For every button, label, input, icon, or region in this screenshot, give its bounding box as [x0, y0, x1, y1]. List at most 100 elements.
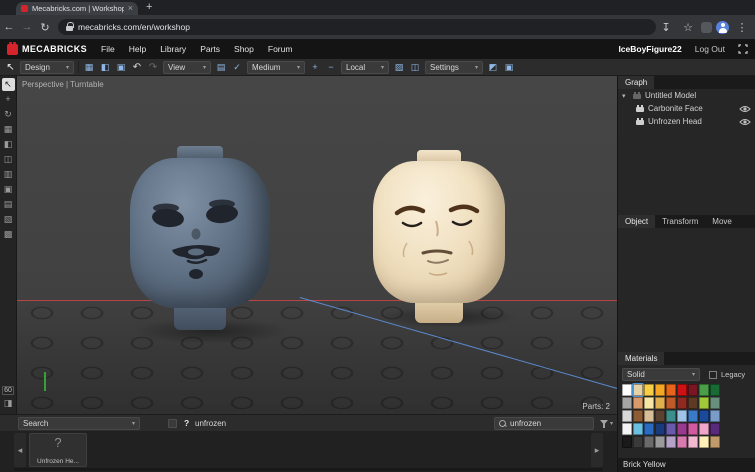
color-swatch[interactable] [699, 423, 709, 435]
color-swatch[interactable] [622, 423, 632, 435]
color-swatch[interactable] [677, 410, 687, 422]
list-toggle-icon[interactable] [168, 419, 177, 428]
color-swatch[interactable] [666, 397, 676, 409]
carbonite-head-model[interactable] [130, 146, 270, 334]
color-swatch[interactable] [655, 384, 665, 396]
caret-down-icon[interactable]: ▾ [622, 92, 629, 100]
color-swatch[interactable] [677, 384, 687, 396]
menu-item-file[interactable]: File [101, 44, 115, 54]
tree-item-root[interactable]: ▾ Untitled Model [618, 89, 755, 102]
caret-down-icon[interactable]: ▾ [610, 420, 613, 427]
quality-check-icon[interactable]: ✓ [231, 61, 243, 74]
hide-tool-icon[interactable]: ▥ [2, 168, 15, 181]
back-button[interactable]: ← [0, 21, 18, 33]
color-swatch[interactable] [622, 436, 632, 448]
color-swatch[interactable] [666, 384, 676, 396]
tray-scroll-right-button[interactable]: ▸ [591, 433, 603, 467]
color-swatch[interactable] [710, 410, 720, 422]
move-tool-icon[interactable]: + [2, 93, 15, 106]
unfrozen-head-model[interactable] [373, 150, 505, 326]
tab-graph[interactable]: Graph [618, 76, 654, 89]
template-mode-icon[interactable]: ▣ [115, 61, 127, 74]
render-tool-icon[interactable]: ◨ [2, 397, 15, 410]
color-swatch[interactable] [655, 397, 665, 409]
color-swatch[interactable] [655, 410, 665, 422]
browser-tab[interactable]: Mecabricks.com | Workshop × [16, 2, 138, 15]
username[interactable]: IceBoyFigure22 [618, 44, 681, 54]
screenshot-camera-icon[interactable]: ▣ [503, 61, 515, 74]
filter-icon[interactable] [600, 420, 608, 428]
grid-toggle-icon[interactable]: ▤ [215, 61, 227, 74]
color-swatch[interactable] [633, 423, 643, 435]
color-swatch[interactable] [677, 436, 687, 448]
menu-item-library[interactable]: Library [160, 44, 186, 54]
brick-tool-icon[interactable]: ▦ [2, 123, 15, 136]
color-swatch[interactable] [688, 436, 698, 448]
menu-item-forum[interactable]: Forum [268, 44, 293, 54]
grid-size-indicator[interactable]: 60 [2, 386, 14, 395]
color-swatch[interactable] [699, 384, 709, 396]
color-swatch[interactable] [666, 423, 676, 435]
color-swatch[interactable] [699, 397, 709, 409]
settings-select[interactable]: Settings ▾ [425, 61, 483, 74]
color-swatch[interactable] [633, 436, 643, 448]
quality-select[interactable]: Medium ▾ [247, 61, 305, 74]
color-swatch[interactable] [688, 410, 698, 422]
color-swatch[interactable] [710, 397, 720, 409]
logout-link[interactable]: Log Out [695, 44, 725, 54]
forward-button[interactable]: → [18, 21, 36, 33]
visibility-eye-icon[interactable] [739, 118, 751, 126]
select-tool-icon[interactable]: ↖ [2, 78, 15, 91]
part-category-select[interactable]: Search ▾ [18, 417, 140, 430]
color-swatch[interactable] [688, 397, 698, 409]
color-swatch[interactable] [666, 410, 676, 422]
color-swatch[interactable] [666, 436, 676, 448]
color-swatch[interactable] [644, 436, 654, 448]
color-swatch[interactable] [644, 384, 654, 396]
tray-scroll-left-button[interactable]: ◂ [14, 433, 26, 467]
color-swatch[interactable] [633, 397, 643, 409]
color-swatch[interactable] [677, 423, 687, 435]
material-type-select[interactable]: Solid ▾ [622, 368, 700, 381]
undo-icon[interactable]: ↶ [131, 61, 143, 74]
fullscreen-icon[interactable] [738, 44, 748, 54]
tab-object[interactable]: Object [618, 215, 655, 228]
viewport-3d[interactable]: Perspective | Turntable [17, 76, 617, 414]
part-search-input[interactable]: unfrozen [494, 417, 594, 430]
color-swatch[interactable] [644, 423, 654, 435]
color-swatch[interactable] [699, 410, 709, 422]
menu-item-parts[interactable]: Parts [200, 44, 220, 54]
add-part-icon[interactable]: ▦ [83, 61, 95, 74]
color-swatch[interactable] [633, 384, 643, 396]
legacy-checkbox[interactable] [709, 371, 717, 379]
download-icon[interactable]: ↧ [657, 21, 675, 34]
clipboard-icon[interactable]: ◫ [409, 61, 421, 74]
color-swatch[interactable] [710, 436, 720, 448]
paint-tool-icon[interactable]: ◧ [2, 138, 15, 151]
color-swatch[interactable] [644, 397, 654, 409]
color-swatch[interactable] [655, 423, 665, 435]
color-swatch[interactable] [688, 423, 698, 435]
color-swatch[interactable] [655, 436, 665, 448]
design-mode-select[interactable]: Design ▾ [20, 61, 74, 74]
zoom-out-icon[interactable]: − [325, 61, 337, 74]
zoom-in-icon[interactable]: + [309, 61, 321, 74]
paint-mode-icon[interactable]: ◧ [99, 61, 111, 74]
snap-tool-icon[interactable]: ▩ [2, 228, 15, 241]
color-swatch[interactable] [633, 410, 643, 422]
bookmark-star-icon[interactable]: ☆ [679, 21, 697, 34]
menu-item-help[interactable]: Help [129, 44, 146, 54]
scope-select[interactable]: Local ▾ [341, 61, 389, 74]
color-swatch[interactable] [699, 436, 709, 448]
tab-materials[interactable]: Materials [618, 352, 664, 365]
reload-button[interactable]: ↻ [36, 21, 54, 34]
color-swatch[interactable] [622, 397, 632, 409]
brand[interactable]: MECABRICKS [7, 44, 87, 55]
measure-tool-icon[interactable]: ▤ [2, 198, 15, 211]
extension-icon[interactable] [701, 22, 712, 33]
part-result-card[interactable]: ? Unfrozen He... [29, 433, 87, 467]
visibility-eye-icon[interactable] [739, 105, 751, 113]
close-tab-icon[interactable]: × [128, 4, 133, 13]
color-swatch[interactable] [622, 384, 632, 396]
redo-icon[interactable]: ↷ [147, 61, 159, 74]
